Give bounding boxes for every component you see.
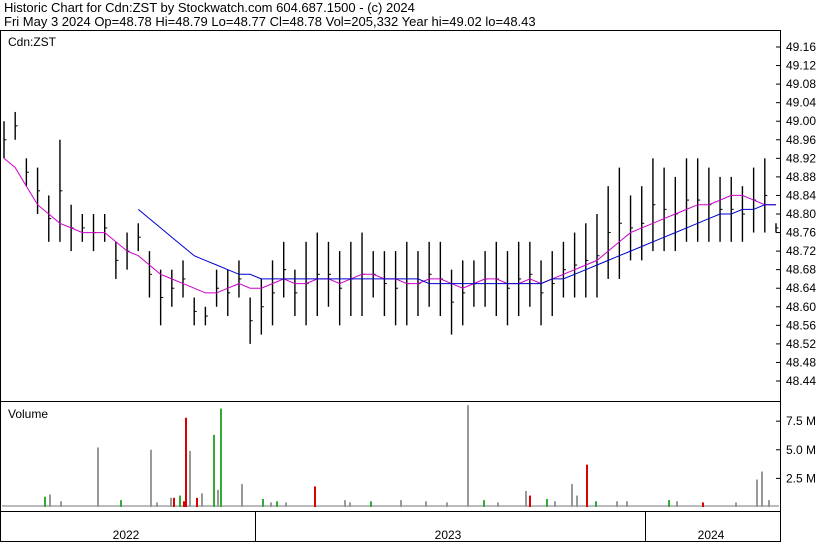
- price-tick-label: 48.88: [786, 170, 816, 184]
- volume-bar: [554, 501, 556, 507]
- volume-panel-title: Volume: [8, 407, 48, 421]
- volume-bar: [285, 502, 287, 507]
- volume-bar: [183, 501, 185, 507]
- volume-bar: [213, 434, 215, 507]
- price-tick-label: 49.04: [786, 96, 816, 110]
- price-tick-label: 48.48: [786, 355, 816, 369]
- volume-bar: [189, 450, 191, 507]
- volume-bar: [446, 502, 448, 507]
- volume-bar: [179, 495, 181, 507]
- price-tick-label: 49.12: [786, 59, 816, 73]
- volume-bar: [400, 500, 402, 507]
- volume-bar: [425, 501, 427, 507]
- volume-bar: [626, 501, 628, 507]
- volume-bar: [44, 496, 46, 507]
- volume-bar: [270, 502, 272, 507]
- price-tick-label: 48.52: [786, 337, 816, 351]
- volume-bar: [370, 501, 372, 507]
- volume-bar: [586, 464, 588, 507]
- volume-bar: [616, 501, 618, 507]
- price-tick-label: 48.44: [786, 374, 816, 388]
- volume-panel: [0, 401, 781, 512]
- volume-bar: [483, 500, 485, 507]
- volume-bar: [314, 486, 316, 507]
- volume-bar: [196, 497, 198, 507]
- volume-bar: [761, 471, 763, 507]
- year-label: 2022: [113, 528, 140, 542]
- volume-bar: [185, 417, 187, 507]
- volume-bar: [546, 498, 548, 507]
- volume-bar: [525, 490, 527, 507]
- year-label: 2024: [698, 528, 725, 542]
- volume-bar: [349, 502, 351, 507]
- price-tick-label: 49.00: [786, 114, 816, 128]
- volume-bar: [201, 493, 203, 507]
- volume-bar: [156, 502, 158, 507]
- volume-bar: [676, 501, 678, 507]
- volume-bar: [576, 495, 578, 507]
- volume-bar: [276, 501, 278, 507]
- volume-bar: [150, 449, 152, 507]
- stock-chart: Cdn:ZST Volume 49.16 49.12 49.08 49.04 49.00…: [0, 30, 816, 542]
- volume-bar: [262, 498, 264, 507]
- volume-bar: [344, 500, 346, 507]
- price-tick-label: 48.96: [786, 133, 816, 147]
- year-label: 2023: [435, 528, 462, 542]
- volume-bar: [735, 502, 737, 507]
- price-tick-label: 49.08: [786, 77, 816, 91]
- price-tick-label: 48.92: [786, 151, 816, 165]
- volume-bar: [467, 405, 469, 507]
- price-tick-label: 48.84: [786, 188, 816, 202]
- price-tick-label: 48.80: [786, 207, 816, 221]
- volume-bar: [170, 497, 172, 507]
- volume-bar: [595, 501, 597, 507]
- volume-bar: [60, 501, 62, 507]
- volume-bar: [173, 497, 175, 507]
- price-tick-label: 48.56: [786, 318, 816, 332]
- price-tick-label: 49.16: [786, 40, 816, 54]
- price-tick-label: 48.60: [786, 300, 816, 314]
- volume-bar: [529, 495, 531, 507]
- volume-bar: [220, 408, 222, 507]
- price-tick-label: 48.76: [786, 226, 816, 240]
- volume-tick-label: 2.5 M: [786, 471, 816, 485]
- price-tick-label: 48.64: [786, 281, 816, 295]
- volume-bar: [120, 500, 122, 507]
- volume-bar: [217, 489, 219, 507]
- volume-bar: [241, 484, 243, 507]
- volume-bar: [668, 500, 670, 507]
- price-tick-label: 48.68: [786, 263, 816, 277]
- price-panel-title: Cdn:ZST: [8, 35, 57, 49]
- volume-bar: [768, 500, 770, 507]
- volume-bar: [756, 479, 758, 507]
- volume-bar: [702, 502, 704, 507]
- volume-tick-label: 7.5 M: [786, 414, 816, 428]
- price-tick-label: 48.72: [786, 244, 816, 258]
- volume-bar: [97, 447, 99, 507]
- volume-bar: [49, 494, 51, 507]
- volume-tick-label: 5.0 M: [786, 443, 816, 457]
- volume-bar: [497, 502, 499, 507]
- volume-bar: [571, 484, 573, 507]
